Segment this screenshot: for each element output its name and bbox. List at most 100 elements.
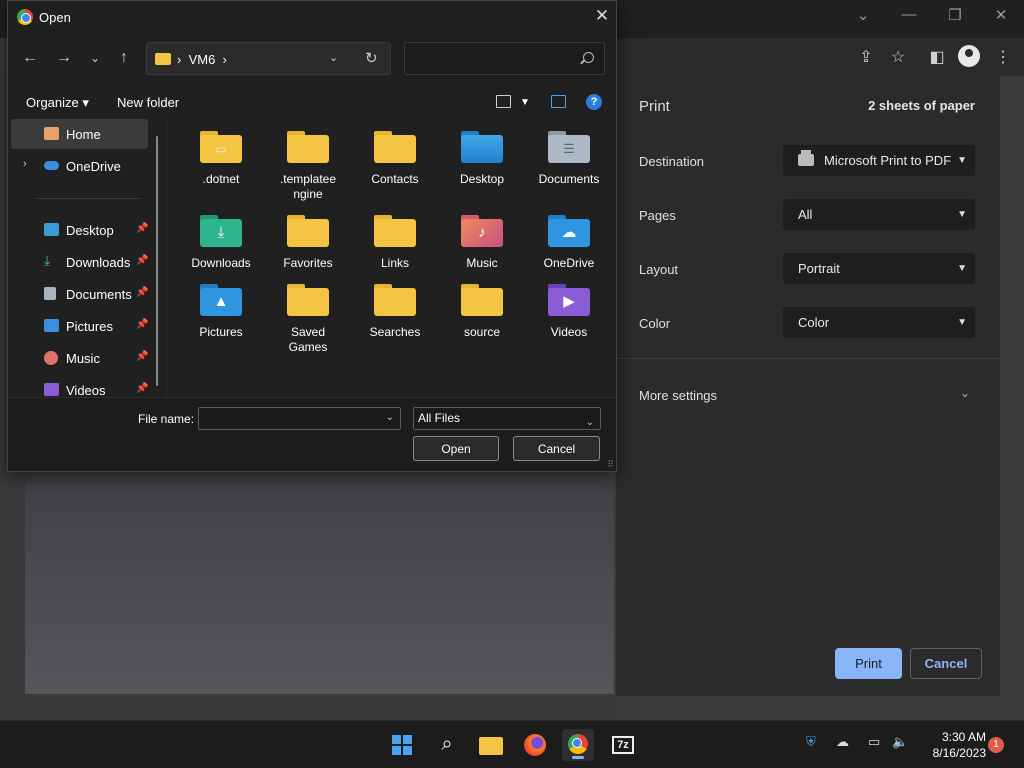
- file-item[interactable]: ♪ Music: [440, 209, 524, 271]
- chrome-taskbar-icon[interactable]: [562, 729, 594, 761]
- help-icon[interactable]: ?: [586, 94, 602, 110]
- 7zip-icon[interactable]: 7z: [607, 729, 639, 761]
- onedrive-tray-icon[interactable]: ☁: [836, 734, 849, 750]
- more-settings-toggle[interactable]: More settings: [639, 388, 717, 403]
- pin-icon[interactable]: 📌: [136, 319, 148, 330]
- chevron-down-icon[interactable]: ⌄: [386, 412, 394, 423]
- address-dropdown-icon[interactable]: ⌄: [329, 51, 338, 64]
- file-name-input[interactable]: [199, 408, 379, 429]
- pin-icon[interactable]: 📌: [136, 255, 148, 266]
- network-icon[interactable]: ▭: [868, 734, 880, 750]
- minimize-icon[interactable]: —: [899, 6, 919, 23]
- onedrive-folder-icon: ☁: [548, 215, 590, 247]
- search-icon[interactable]: [583, 52, 594, 63]
- file-item[interactable]: ☰ Documents: [527, 125, 611, 187]
- file-item[interactable]: Links: [353, 209, 437, 271]
- file-item[interactable]: Contacts: [353, 125, 437, 187]
- print-cancel-button[interactable]: Cancel: [910, 648, 982, 679]
- address-bar[interactable]: › VM6 › ⌄ ↻: [146, 42, 391, 75]
- print-button[interactable]: Print: [835, 648, 902, 679]
- view-dropdown-icon[interactable]: ▼: [520, 97, 530, 108]
- cancel-button[interactable]: Cancel: [513, 436, 600, 461]
- menu-kebab-icon[interactable]: ⋮: [993, 47, 1013, 67]
- organize-menu[interactable]: Organize ▾: [26, 95, 89, 111]
- color-label: Color: [639, 316, 671, 331]
- back-arrow-icon[interactable]: ←: [20, 49, 40, 67]
- sidebar-item-pictures[interactable]: Pictures 📌: [11, 311, 148, 341]
- search-box[interactable]: [404, 42, 605, 75]
- address-path: › VM6 ›: [177, 52, 227, 67]
- open-button[interactable]: Open: [413, 436, 499, 461]
- pin-icon[interactable]: 📌: [136, 223, 148, 234]
- file-item[interactable]: Saved Games: [266, 278, 350, 355]
- bookmark-star-icon[interactable]: ☆: [888, 47, 908, 67]
- sidebar-item-desktop[interactable]: Desktop 📌: [11, 215, 148, 245]
- share-icon[interactable]: ⇪: [856, 47, 876, 67]
- search-input[interactable]: [409, 47, 569, 71]
- view-options-icon[interactable]: [496, 95, 511, 108]
- volume-icon[interactable]: 🔈: [892, 734, 908, 750]
- sidebar-item-music[interactable]: Music 📌: [11, 343, 148, 373]
- firefox-icon[interactable]: [519, 729, 551, 761]
- notification-badge[interactable]: 1: [988, 737, 1004, 753]
- file-explorer-icon[interactable]: [475, 729, 507, 761]
- tab-search-chevron-icon[interactable]: ⌄: [853, 6, 873, 24]
- search-taskbar-icon[interactable]: ⌕: [431, 729, 463, 761]
- chevron-down-icon[interactable]: ⌄: [960, 386, 970, 400]
- preview-pane-icon[interactable]: [551, 95, 566, 108]
- side-panel-icon[interactable]: ◧: [927, 47, 947, 67]
- file-item[interactable]: ☁ OneDrive: [527, 209, 611, 271]
- folder-icon: [479, 737, 503, 755]
- sidebar-scrollbar[interactable]: [156, 136, 158, 386]
- file-item[interactable]: .templatee ngine: [266, 125, 350, 202]
- desktop-folder-icon: [461, 131, 503, 163]
- active-indicator: [572, 756, 584, 759]
- folder-icon: [287, 131, 329, 163]
- sidebar-item-downloads[interactable]: ⤓ Downloads 📌: [11, 247, 148, 277]
- file-name-combobox[interactable]: ⌄: [198, 407, 401, 430]
- folder-icon: ▭: [200, 131, 242, 163]
- file-item[interactable]: ▶ Videos: [527, 278, 611, 340]
- pin-icon[interactable]: 📌: [136, 351, 148, 362]
- recent-locations-chevron-icon[interactable]: ⌄: [85, 51, 105, 65]
- dialog-close-icon[interactable]: ✕: [592, 6, 612, 26]
- file-item[interactable]: ⤓ Downloads: [179, 209, 263, 271]
- windows-logo-icon: [392, 735, 412, 755]
- profile-avatar[interactable]: [958, 45, 980, 67]
- address-segment[interactable]: VM6: [189, 52, 216, 67]
- new-folder-button[interactable]: New folder: [117, 95, 179, 110]
- layout-select[interactable]: Portrait ▼: [783, 253, 975, 284]
- start-button[interactable]: [386, 729, 418, 761]
- pin-icon[interactable]: 📌: [136, 383, 148, 394]
- forward-arrow-icon[interactable]: →: [54, 49, 74, 67]
- sidebar-item-documents[interactable]: Documents 📌: [11, 279, 148, 309]
- chevron-down-icon[interactable]: ⌄: [586, 412, 594, 433]
- file-item[interactable]: ▲ Pictures: [179, 278, 263, 340]
- file-item[interactable]: ▭ .dotnet: [179, 125, 263, 187]
- color-select[interactable]: Color ▼: [783, 307, 975, 338]
- up-arrow-icon[interactable]: ↑: [114, 49, 134, 67]
- clock[interactable]: 3:30 AM 8/16/2023: [916, 729, 986, 761]
- resize-grip-icon[interactable]: ⠿: [607, 459, 614, 470]
- layout-label: Layout: [639, 262, 679, 277]
- sidebar-item-label: OneDrive: [66, 159, 121, 174]
- file-type-select[interactable]: All Files ⌄: [413, 407, 601, 430]
- file-item[interactable]: Favorites: [266, 209, 350, 271]
- restore-icon[interactable]: ❐: [945, 6, 965, 24]
- folder-icon: [287, 215, 329, 247]
- destination-label: Destination: [639, 154, 705, 169]
- destination-select[interactable]: Microsoft Print to PDF ▼: [783, 145, 975, 176]
- defender-warning-icon[interactable]: ⛨: [806, 734, 816, 750]
- file-item[interactable]: source: [440, 278, 524, 340]
- file-item[interactable]: Searches: [353, 278, 437, 340]
- file-item[interactable]: Desktop: [440, 125, 524, 187]
- pages-select[interactable]: All ▼: [783, 199, 975, 230]
- browser-close-icon[interactable]: ✕: [991, 6, 1011, 24]
- sidebar-item-videos[interactable]: Videos 📌: [11, 375, 148, 397]
- pin-icon[interactable]: 📌: [136, 287, 148, 298]
- sidebar-item-onedrive[interactable]: › OneDrive: [11, 151, 148, 181]
- cloud-icon: [44, 161, 59, 170]
- sidebar-item-home[interactable]: Home: [11, 119, 148, 149]
- refresh-icon[interactable]: ↻: [365, 49, 378, 67]
- chevron-right-icon[interactable]: ›: [23, 158, 27, 170]
